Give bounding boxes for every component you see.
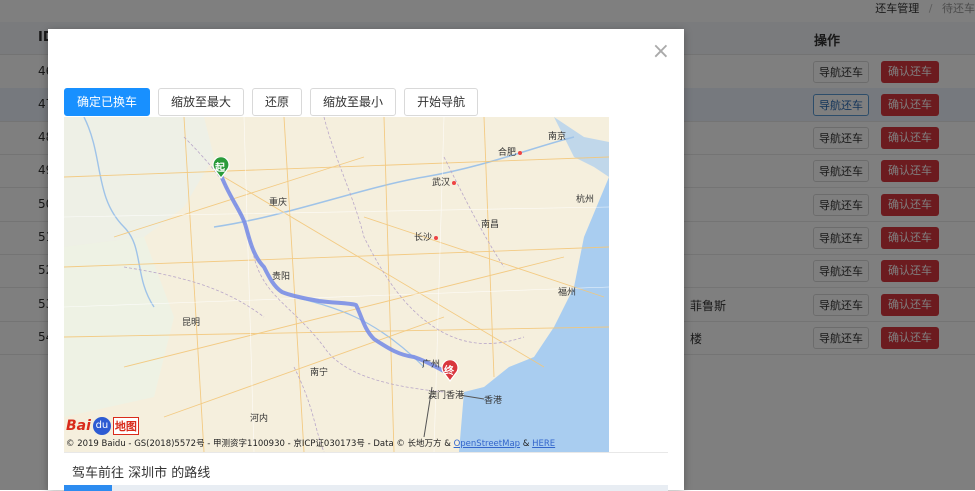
paw-icon: du: [92, 417, 111, 435]
map-label-nanchang: 南昌: [481, 220, 500, 230]
openstreetmap-link[interactable]: OpenStreetMap: [454, 439, 520, 449]
zoom-max-button[interactable]: 缩放至最大: [158, 88, 245, 116]
map-label-nanning: 南宁: [310, 368, 329, 378]
route-map[interactable]: 南京 合肥 武汉 杭州 重庆 南昌 长沙 贵阳 福州 昆明 南宁 广州 澳门香港…: [64, 117, 609, 452]
map-label-guiyang: 贵阳: [272, 272, 291, 282]
confirm-swap-button[interactable]: 确定已换车: [64, 88, 151, 116]
start-navigation-button[interactable]: 开始导航: [404, 88, 479, 116]
restore-button[interactable]: 还原: [252, 88, 303, 116]
route-title: 驾车前往 深圳市 的路线: [72, 466, 211, 481]
end-marker-label: 终: [444, 366, 454, 377]
start-marker-label: 起: [215, 163, 225, 174]
map-label-aomen-xianggang: 澳门香港: [428, 391, 465, 401]
map-label-hanoi: 河内: [250, 414, 269, 424]
modal-toolbar: 确定已换车 缩放至最大 还原 缩放至最小 开始导航: [64, 88, 486, 116]
baidu-logo: Bai du 地图: [66, 415, 139, 437]
map-copyright: © 2019 Baidu - GS(2018)5572号 - 甲测资字11009…: [66, 437, 555, 449]
logo-ditu-text: 地图: [112, 417, 139, 435]
map-label-hongkong: 香港: [484, 396, 503, 406]
map-label-fuzhou: 福州: [558, 288, 577, 298]
map-label-kunming: 昆明: [182, 318, 201, 328]
route-progress-fill: [64, 485, 113, 491]
start-marker-icon[interactable]: 起: [211, 157, 231, 179]
end-marker-icon[interactable]: 终: [440, 360, 460, 382]
map-label-nanjing: 南京: [548, 132, 567, 142]
navigation-modal: × 确定已换车 缩放至最大 还原 缩放至最小 开始导航 南京 合肥 武汉 杭州 …: [48, 29, 684, 491]
zoom-min-button[interactable]: 缩放至最小: [310, 88, 397, 116]
map-canvas: [64, 117, 609, 452]
here-link[interactable]: HERE: [532, 439, 555, 449]
route-panel: 驾车前往 深圳市 的路线: [64, 452, 668, 491]
map-label-hangzhou: 杭州: [576, 195, 595, 205]
logo-bai-text: Bai: [66, 418, 91, 434]
copyright-text: © 2019 Baidu - GS(2018)5572号 - 甲测资字11009…: [66, 439, 454, 449]
route-progress-bar: [64, 485, 668, 491]
copyright-amp: &: [520, 439, 533, 449]
map-label-wuhan: 武汉: [432, 175, 457, 188]
map-label-changsha: 长沙: [414, 230, 439, 243]
map-label-hefei: 合肥: [498, 145, 523, 158]
map-label-chongqing: 重庆: [269, 198, 288, 208]
map-label-guangzhou: 广州: [422, 360, 441, 370]
close-icon[interactable]: ×: [652, 41, 670, 63]
